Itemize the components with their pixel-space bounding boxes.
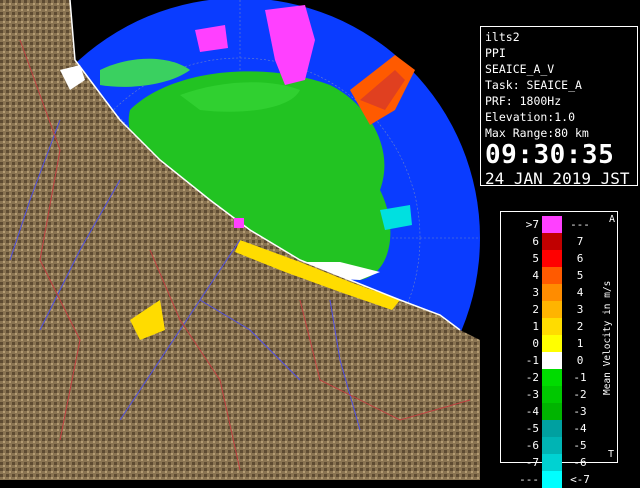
legend-row: 45 (501, 267, 601, 284)
legend-upper-bound: -5 (573, 439, 587, 452)
legend-swatch (542, 267, 562, 284)
legend-row: -2 -1 (501, 369, 601, 386)
legend-swatch (542, 301, 562, 318)
legend-title: Mean Velocity in m/s (602, 280, 613, 396)
legend-swatch (542, 233, 562, 250)
legend-row: 56 (501, 250, 601, 267)
prf-value: PRF: 1800Hz (485, 94, 562, 108)
scan-info-panel: ilts2 PPI SEAICE_A_V Task: SEAICE_A PRF:… (480, 26, 638, 188)
legend-upper-bound: -6 (573, 456, 587, 469)
legend-swatch (542, 250, 562, 267)
velocity-color-legend: >7 --- 6 7 5 6 4 5 3 4 2 3 1 2 0 1 -1 0 -2 -1 -3 -2 -4 -3 -5 -4 -6… (500, 211, 618, 488)
legend-lower-bound: -3 (525, 388, 539, 401)
station-name: ilts2 (485, 30, 520, 44)
legend-lower-bound: 5 (532, 252, 539, 265)
legend-row: 12 (501, 318, 601, 335)
legend-upper-bound: 0 (576, 354, 584, 367)
legend-upper-bound: 2 (576, 320, 584, 333)
legend-swatch (542, 318, 562, 335)
task-name: Task: SEAICE_A (485, 78, 582, 92)
legend-upper-bound: -3 (573, 405, 587, 418)
legend-upper-bound: 3 (576, 303, 584, 316)
legend-row: 23 (501, 301, 601, 318)
legend-lower-bound: -1 (525, 354, 539, 367)
legend-row: 01 (501, 335, 601, 352)
product-name: SEAICE_A_V (485, 62, 555, 76)
legend-swatch (542, 403, 562, 420)
scan-time: 09:30:35 (485, 140, 615, 170)
legend-row: -3 -2 (501, 386, 601, 403)
legend-upper-bound: 1 (576, 337, 584, 350)
legend-upper-bound: -1 (573, 371, 587, 384)
legend-row: -5 -4 (501, 420, 601, 437)
legend-upper-bound: 4 (576, 286, 584, 299)
legend-lower-bound: -5 (525, 422, 539, 435)
legend-swatch (542, 437, 562, 454)
legend-upper-bound: -2 (573, 388, 587, 401)
legend-row: -6 -5 (501, 437, 601, 454)
legend-upper-bound: -4 (573, 422, 587, 435)
legend-swatch (542, 352, 562, 369)
max-range-value: Max Range:80 km (485, 126, 589, 140)
legend-swatch (542, 284, 562, 301)
legend-row: 67 (501, 233, 601, 250)
legend-lower-bound: 4 (532, 269, 539, 282)
legend-lower-bound: 6 (532, 235, 539, 248)
legend-lower-bound: 0 (532, 337, 539, 350)
scan-mode: PPI (485, 46, 506, 60)
legend-row: -7 -6 (501, 454, 601, 471)
legend-bottom-marker: T (607, 449, 614, 460)
legend-row: -1 0 (501, 352, 601, 369)
legend-top-marker: A (608, 214, 615, 225)
legend-swatch (542, 369, 562, 386)
radar-ppi-map (0, 0, 480, 480)
legend-lower-bound: >7 (525, 218, 539, 231)
legend-lower-bound: 3 (532, 286, 539, 299)
legend-swatch (542, 420, 562, 437)
legend-lower-bound: -2 (525, 371, 539, 384)
legend-lower-bound: -7 (525, 456, 539, 469)
legend-lower-bound: 2 (532, 303, 539, 316)
legend-upper-bound: 7 (576, 235, 584, 248)
legend-upper-bound: 6 (576, 252, 584, 265)
legend-rows: >7 --- 6 7 5 6 4 5 3 4 2 3 1 2 0 1 -1 0 -2 -1 -3 -2 -4 -3 -5 -4 -6… (501, 216, 601, 488)
radar-site-marker (234, 218, 244, 228)
legend-swatch (542, 386, 562, 403)
legend-swatch (542, 454, 562, 471)
legend-upper-bound: 5 (576, 269, 584, 282)
legend-swatch (542, 216, 562, 233)
legend-row: >7 --- (501, 216, 601, 233)
legend-row: -4 -3 (501, 403, 601, 420)
elevation-value: Elevation:1.0 (485, 110, 576, 124)
legend-lower-bound: 1 (532, 320, 539, 333)
scan-date: 24 JAN 2019 JST (485, 169, 630, 188)
legend-upper-bound: --- (570, 218, 590, 231)
legend-swatch (542, 335, 562, 352)
legend-lower-bound: -6 (525, 439, 539, 452)
legend-row: 34 (501, 284, 601, 301)
legend-lower-bound: -4 (525, 405, 539, 418)
